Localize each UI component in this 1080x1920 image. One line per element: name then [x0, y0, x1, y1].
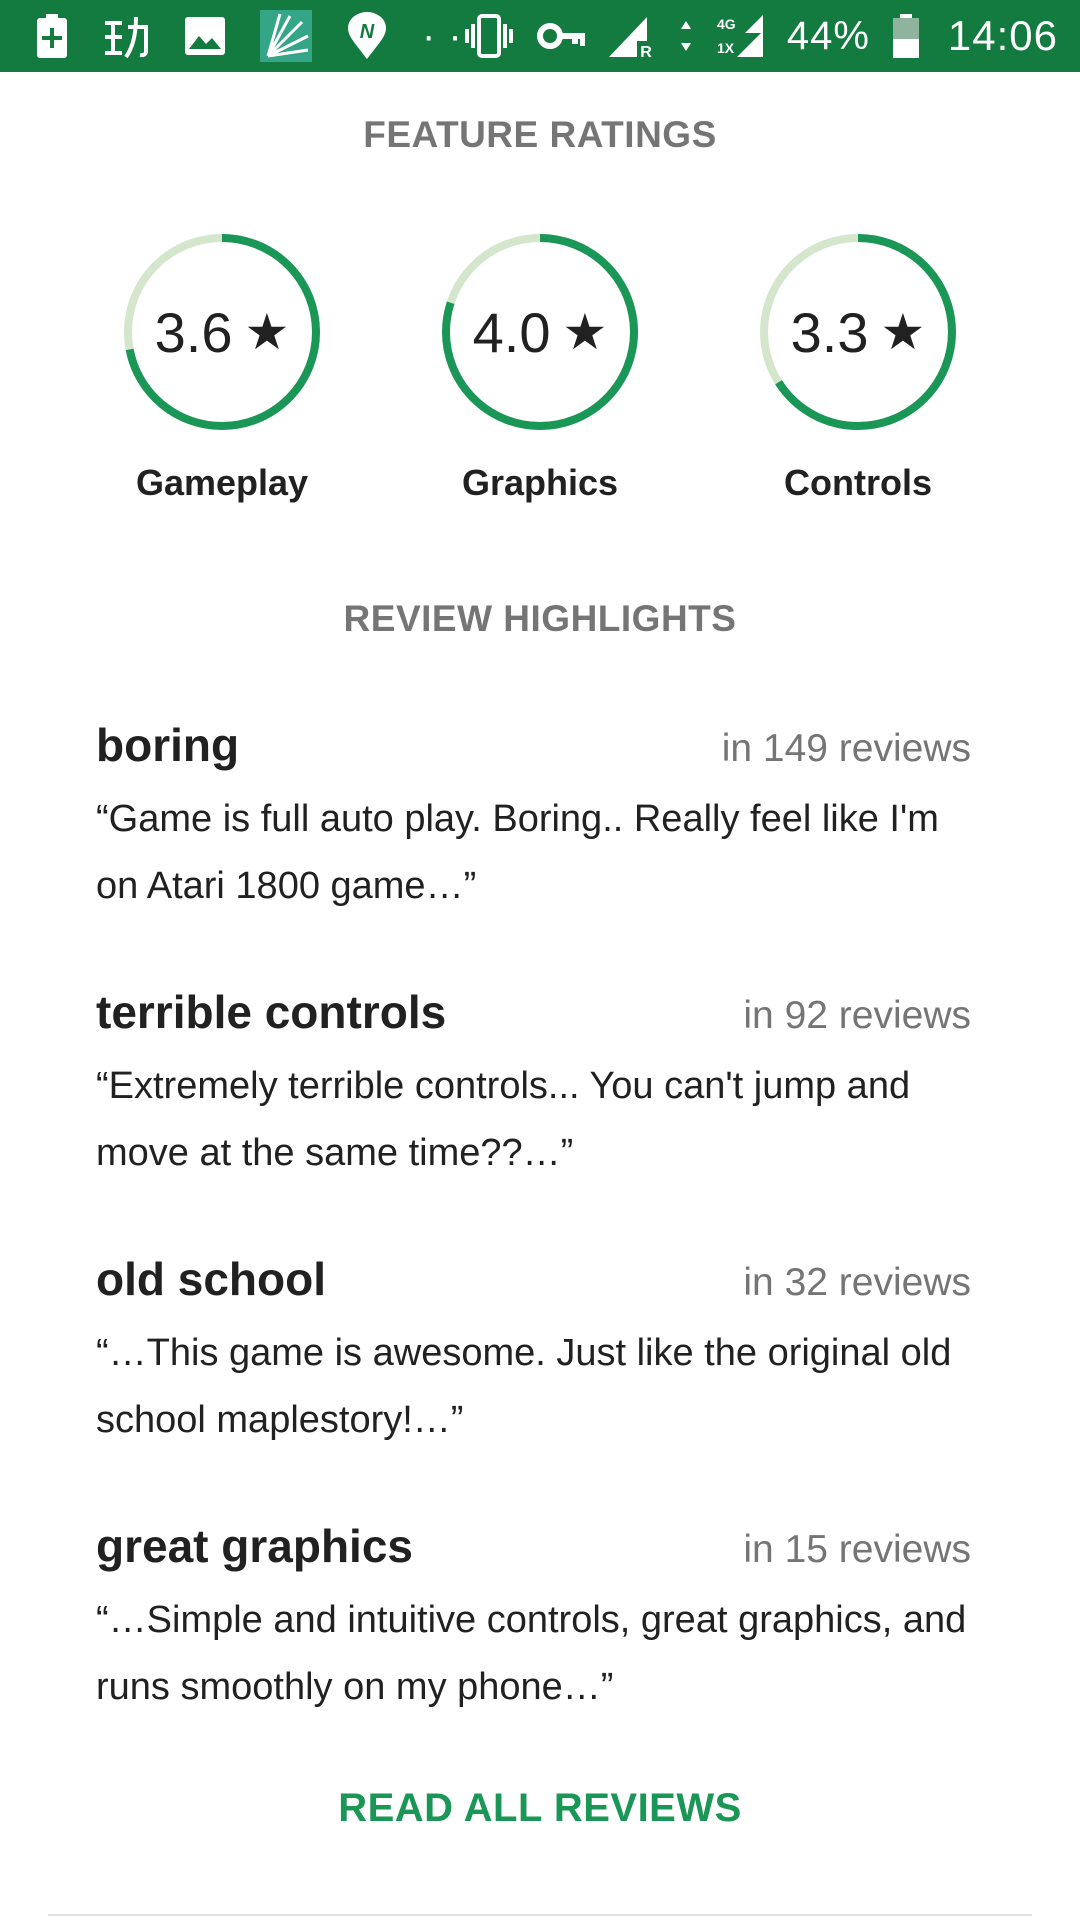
highlight-phrase: terrible controls	[96, 986, 447, 1038]
review-highlight[interactable]: terrible controls in 92 reviews “Extreme…	[96, 985, 971, 1187]
highlight-quote: “Game is full auto play. Boring.. Really…	[96, 798, 939, 907]
rating-label: Gameplay	[135, 462, 309, 503]
highlight-phrase: boring	[96, 719, 240, 771]
feature-rating-controls: 3.3 ★ Controls	[728, 232, 988, 504]
highlight-quote: “…Simple and intuitive controls, great g…	[96, 1599, 967, 1708]
rating-ring: 4.0 ★	[440, 232, 640, 432]
highlight-review-count: in 32 reviews	[743, 1261, 971, 1304]
feature-ratings-title: FEATURE RATINGS	[363, 114, 717, 155]
review-highlight[interactable]: boring in 149 reviews “Game is full auto…	[96, 718, 971, 920]
rating-ring-center: 4.0 ★	[440, 232, 640, 432]
data-activity-icon	[679, 19, 693, 53]
rating-ring: 3.3 ★	[758, 232, 958, 432]
network-type-top: 4G	[717, 16, 736, 32]
feature-rating-gameplay: 3.6 ★ Gameplay	[92, 232, 352, 504]
star-icon: ★	[562, 304, 608, 360]
gallery-icon	[184, 16, 226, 56]
rating-ring: 3.6 ★	[122, 232, 322, 432]
highlight-review-count: in 149 reviews	[721, 727, 971, 770]
highlight-quote: “…This game is awesome. Just like the or…	[96, 1332, 952, 1441]
burst-app-icon	[260, 10, 312, 62]
status-bar: N · · R 4G 1X 44% 14:06	[0, 0, 1080, 72]
rating-label: Graphics	[461, 462, 619, 503]
rating-value: 4.0	[472, 300, 551, 364]
review-highlight[interactable]: great graphics in 15 reviews “…Simple an…	[96, 1519, 971, 1721]
review-highlight[interactable]: old school in 32 reviews “…This game is …	[96, 1252, 971, 1454]
rating-ring-center: 3.3 ★	[758, 232, 958, 432]
vpn-key-icon	[536, 21, 585, 51]
more-notifications-dots: · ·	[422, 13, 463, 58]
rating-value: 3.3	[790, 300, 869, 364]
star-icon: ★	[880, 304, 926, 360]
roaming-label: R	[640, 44, 652, 59]
svg-text:N: N	[360, 21, 375, 43]
highlight-quote: “Extremely terrible controls... You can'…	[96, 1065, 911, 1174]
highlight-header: great graphics in 15 reviews	[96, 1519, 971, 1573]
feature-rating-graphics: 4.0 ★ Graphics	[410, 232, 670, 504]
network-signal-icon: 4G 1X	[715, 13, 765, 59]
navigation-app-icon: N	[346, 12, 388, 60]
notification-icons: N · ·	[36, 10, 463, 62]
highlight-header: old school in 32 reviews	[96, 1252, 971, 1306]
highlight-phrase: great graphics	[96, 1520, 413, 1572]
rating-label: Controls	[784, 462, 932, 503]
battery-saver-icon	[36, 13, 68, 59]
clock: 14:06	[947, 12, 1058, 59]
chinese-app-icon	[102, 13, 150, 59]
vibrate-icon	[463, 14, 515, 58]
star-icon: ★	[244, 304, 290, 360]
battery-percent: 44%	[786, 13, 870, 58]
rating-value: 3.6	[154, 300, 233, 364]
read-all-reviews-button[interactable]: READ ALL REVIEWS	[0, 1786, 1080, 1831]
rating-ring-center: 3.6 ★	[122, 232, 322, 432]
system-icons: R 4G 1X 44% 14:06	[463, 12, 1058, 60]
highlight-review-count: in 92 reviews	[743, 994, 971, 1037]
divider	[48, 1914, 1032, 1916]
battery-icon	[892, 13, 920, 59]
highlight-header: boring in 149 reviews	[96, 718, 971, 772]
highlight-header: terrible controls in 92 reviews	[96, 985, 971, 1039]
review-highlights-title: REVIEW HIGHLIGHTS	[343, 598, 737, 639]
highlight-phrase: old school	[96, 1253, 326, 1305]
network-type-bottom: 1X	[717, 40, 735, 56]
signal-icon: R	[607, 13, 657, 59]
highlight-review-count: in 15 reviews	[743, 1528, 971, 1571]
